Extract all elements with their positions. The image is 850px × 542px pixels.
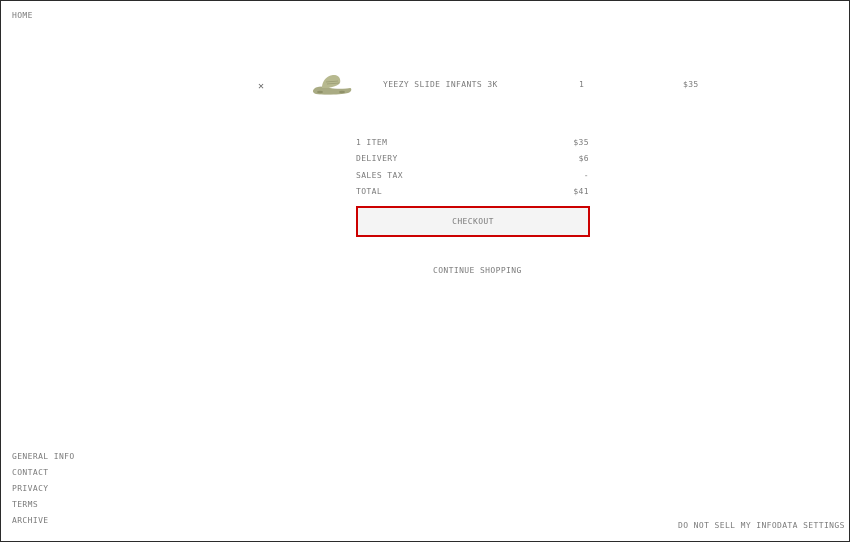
checkout-label: CHECKOUT (452, 217, 494, 226)
summary-row-total: TOTAL $41 (356, 187, 589, 203)
summary-label: 1 ITEM (356, 138, 388, 147)
product-quantity[interactable]: 1 (579, 80, 584, 89)
footer-link-privacy[interactable]: PRIVACY (12, 484, 75, 500)
summary-label: DELIVERY (356, 154, 398, 164)
home-link[interactable]: HOME (12, 11, 33, 20)
product-thumbnail[interactable] (310, 70, 354, 98)
data-settings-link[interactable]: DATA SETTINGS (777, 521, 845, 530)
product-name[interactable]: YEEZY SLIDE INFANTS 3K (383, 80, 498, 89)
slide-sandal-icon (312, 75, 352, 95)
summary-label: SALES TAX (356, 170, 403, 180)
summary-row-items: 1 ITEM $35 (356, 138, 589, 154)
footer-link-archive[interactable]: ARCHIVE (12, 516, 75, 532)
footer-link-terms[interactable]: TERMS (12, 500, 75, 516)
footer-link-general-info[interactable]: GENERAL INFO (12, 452, 75, 468)
continue-shopping-link[interactable]: CONTINUE SHOPPING (433, 266, 522, 275)
summary-value: $6 (578, 154, 589, 164)
summary-row-delivery: DELIVERY $6 (356, 154, 589, 170)
remove-item-icon[interactable]: ✕ (258, 81, 264, 92)
summary-value: $41 (573, 186, 589, 196)
do-not-sell-link[interactable]: DO NOT SELL MY INFO (678, 521, 777, 530)
checkout-button[interactable]: CHECKOUT (356, 206, 590, 237)
footer-link-contact[interactable]: CONTACT (12, 468, 75, 484)
product-price: $35 (683, 80, 699, 89)
summary-label: TOTAL (356, 186, 383, 196)
summary-value: - (583, 170, 589, 180)
footer-links: GENERAL INFO CONTACT PRIVACY TERMS ARCHI… (12, 452, 75, 531)
summary-row-sales-tax: SALES TAX - (356, 171, 589, 187)
summary-value: $35 (573, 138, 589, 147)
order-summary: 1 ITEM $35 DELIVERY $6 SALES TAX - TOTAL… (356, 138, 589, 203)
